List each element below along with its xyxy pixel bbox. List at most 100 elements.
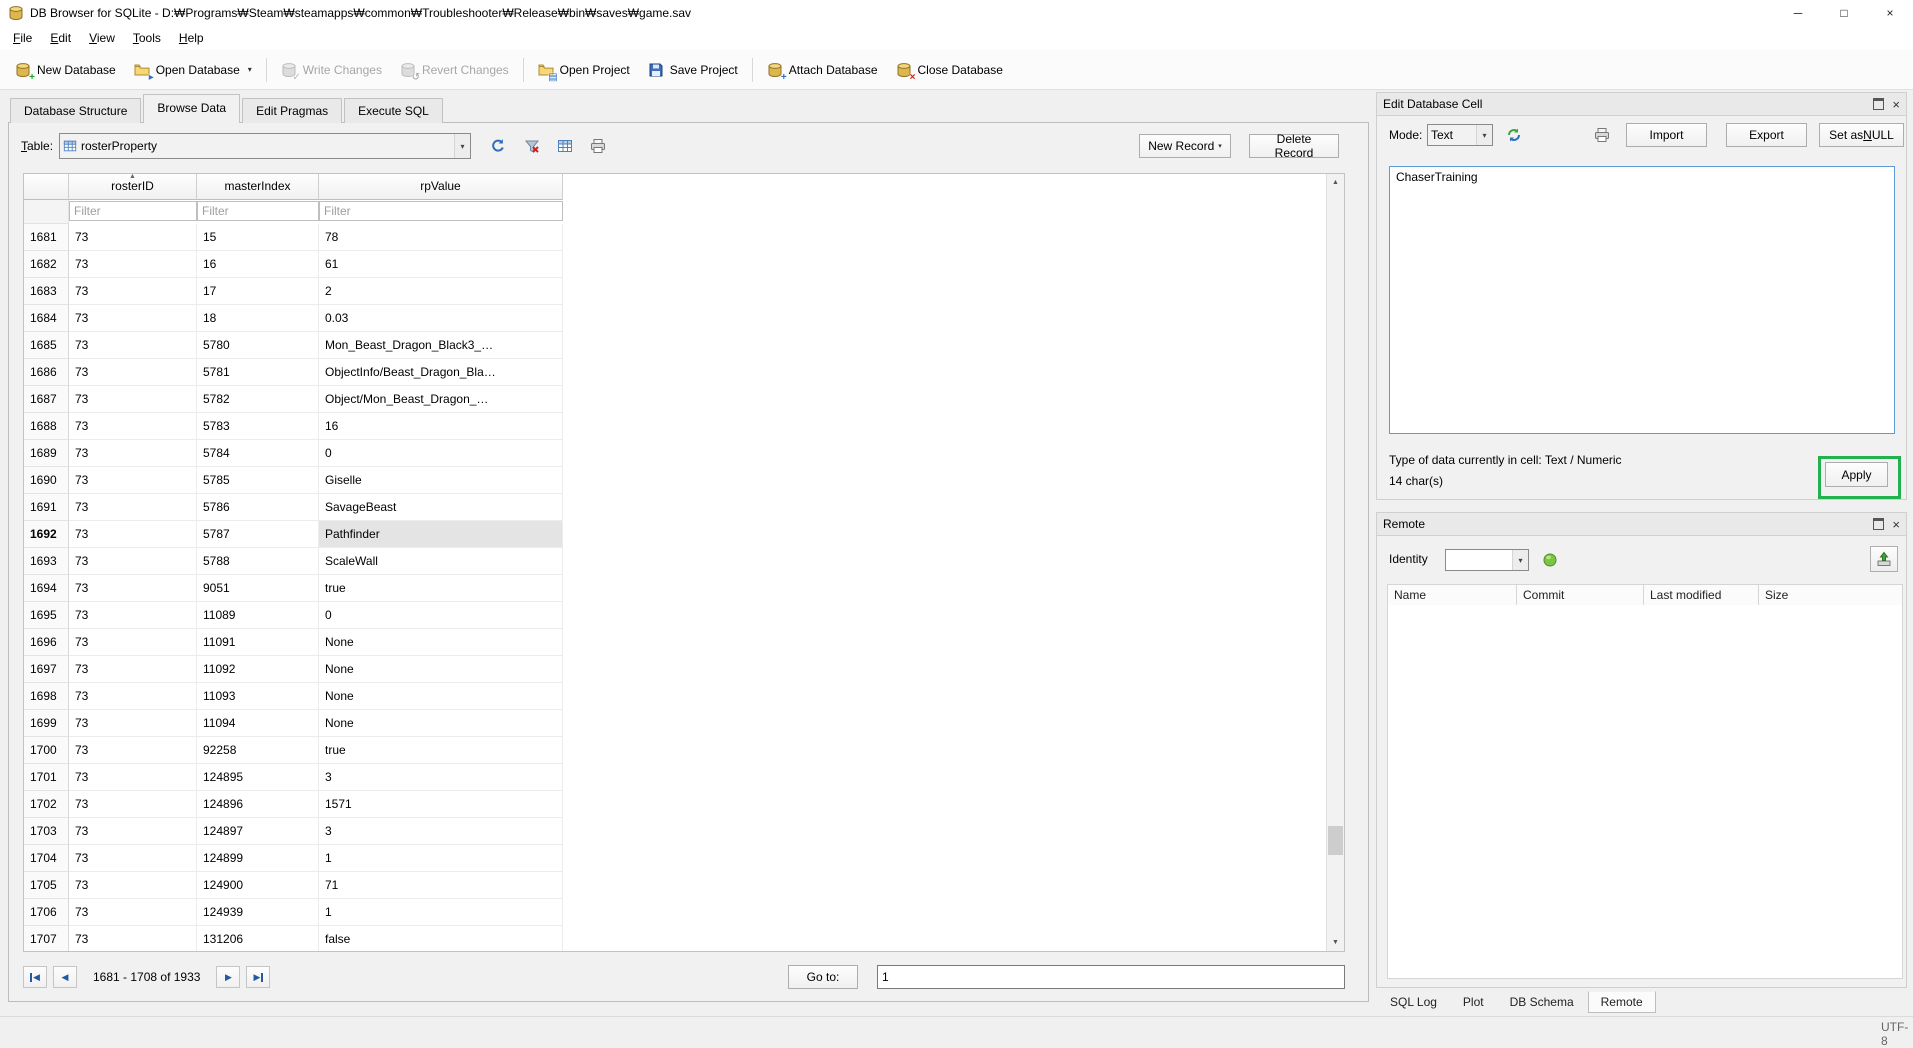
row-header-cell[interactable]: 1693 bbox=[24, 548, 69, 575]
table-row[interactable]: 1682 73 16 61 bbox=[24, 251, 1344, 278]
table-cell[interactable]: 73 bbox=[69, 305, 197, 332]
table-cell[interactable]: 5787 bbox=[197, 521, 319, 548]
row-header-cell[interactable]: 1696 bbox=[24, 629, 69, 656]
table-cell[interactable]: 11091 bbox=[197, 629, 319, 656]
table-cell[interactable]: 73 bbox=[69, 548, 197, 575]
menu-item-help[interactable]: Help bbox=[170, 28, 213, 48]
table-cell[interactable]: 73 bbox=[69, 629, 197, 656]
table-cell[interactable]: 18 bbox=[197, 305, 319, 332]
table-cell[interactable]: ScaleWall bbox=[319, 548, 563, 575]
row-header-cell[interactable]: 1706 bbox=[24, 899, 69, 926]
tab-database-structure[interactable]: Database Structure bbox=[10, 98, 142, 123]
table-cell[interactable]: 73 bbox=[69, 791, 197, 818]
table-cell[interactable]: Pathfinder bbox=[319, 521, 563, 548]
table-cell[interactable]: 73 bbox=[69, 818, 197, 845]
grid-corner-header[interactable] bbox=[24, 174, 69, 200]
delete-record-button[interactable]: Delete Record bbox=[1249, 132, 1339, 160]
row-header-cell[interactable]: 1695 bbox=[24, 602, 69, 629]
table-cell[interactable]: 5781 bbox=[197, 359, 319, 386]
import-button[interactable]: Import bbox=[1626, 123, 1707, 147]
mode-combobox[interactable]: Text ▾ bbox=[1427, 124, 1493, 146]
table-cell[interactable]: 73 bbox=[69, 494, 197, 521]
table-cell[interactable]: 131206 bbox=[197, 926, 319, 951]
table-cell[interactable]: SavageBeast bbox=[319, 494, 563, 521]
goto-input[interactable] bbox=[877, 965, 1345, 989]
row-header-cell[interactable]: 1699 bbox=[24, 710, 69, 737]
remote-column-last-modified[interactable]: Last modified bbox=[1644, 585, 1759, 605]
tab-execute-sql[interactable]: Execute SQL bbox=[344, 98, 443, 123]
maximize-button[interactable]: □ bbox=[1821, 0, 1867, 26]
scroll-up-button[interactable]: ▲ bbox=[1327, 174, 1344, 191]
set-as-null-button[interactable]: Set as N ULL bbox=[1819, 123, 1904, 147]
table-cell[interactable]: 5783 bbox=[197, 413, 319, 440]
goto-button[interactable]: Go to: bbox=[788, 965, 858, 989]
cell-editor[interactable]: ChaserTraining bbox=[1389, 166, 1895, 434]
table-cell[interactable]: Object/Mon_Beast_Dragon_… bbox=[319, 386, 563, 413]
row-header-cell[interactable]: 1703 bbox=[24, 818, 69, 845]
row-header-cell[interactable]: 1700 bbox=[24, 737, 69, 764]
save-results-button[interactable] bbox=[550, 132, 580, 160]
table-cell[interactable]: false bbox=[319, 926, 563, 951]
table-row[interactable]: 1684 73 18 0.03 bbox=[24, 305, 1344, 332]
tab-browse-data[interactable]: Browse Data bbox=[143, 94, 241, 123]
prev-page-button[interactable]: ◀ bbox=[53, 966, 77, 988]
row-header-cell[interactable]: 1682 bbox=[24, 251, 69, 278]
table-cell[interactable]: 73 bbox=[69, 278, 197, 305]
table-cell[interactable]: 73 bbox=[69, 845, 197, 872]
table-cell[interactable]: 11093 bbox=[197, 683, 319, 710]
table-cell[interactable]: None bbox=[319, 683, 563, 710]
table-cell[interactable]: 17 bbox=[197, 278, 319, 305]
dock-tab-remote[interactable]: Remote bbox=[1587, 991, 1656, 1013]
manage-identities-button[interactable] bbox=[1537, 547, 1563, 572]
table-row[interactable]: 1683 73 17 2 bbox=[24, 278, 1344, 305]
table-cell[interactable]: 16 bbox=[319, 413, 563, 440]
table-cell[interactable]: 73 bbox=[69, 386, 197, 413]
dock-tab-db-schema[interactable]: DB Schema bbox=[1498, 992, 1586, 1012]
table-row[interactable]: 1701 73 124895 3 bbox=[24, 764, 1344, 791]
table-cell[interactable]: 73 bbox=[69, 764, 197, 791]
table-row[interactable]: 1681 73 15 78 bbox=[24, 224, 1344, 251]
table-cell[interactable]: 73 bbox=[69, 467, 197, 494]
table-cell[interactable]: 92258 bbox=[197, 737, 319, 764]
menu-item-edit[interactable]: Edit bbox=[41, 28, 80, 48]
filter-input-masterindex[interactable] bbox=[197, 201, 319, 221]
dock-tab-plot[interactable]: Plot bbox=[1451, 992, 1496, 1012]
open-project-button[interactable]: ▤ Open Project bbox=[529, 57, 639, 83]
row-header-cell[interactable]: 1701 bbox=[24, 764, 69, 791]
table-row[interactable]: 1686 73 5781 ObjectInfo/Beast_Dragon_Bla… bbox=[24, 359, 1344, 386]
table-cell[interactable]: 73 bbox=[69, 602, 197, 629]
table-cell[interactable]: 73 bbox=[69, 251, 197, 278]
new-record-button[interactable]: New Record ▾ bbox=[1139, 134, 1231, 158]
table-cell[interactable]: 71 bbox=[319, 872, 563, 899]
table-cell[interactable]: Giselle bbox=[319, 467, 563, 494]
dock-close-icon[interactable]: × bbox=[1892, 518, 1900, 531]
table-row[interactable]: 1689 73 5784 0 bbox=[24, 440, 1344, 467]
table-cell[interactable]: 5782 bbox=[197, 386, 319, 413]
table-row[interactable]: 1707 73 131206 false bbox=[24, 926, 1344, 951]
row-header-cell[interactable]: 1690 bbox=[24, 467, 69, 494]
table-row[interactable]: 1706 73 124939 1 bbox=[24, 899, 1344, 926]
table-cell[interactable]: 73 bbox=[69, 224, 197, 251]
table-cell[interactable]: 124939 bbox=[197, 899, 319, 926]
close-database-button[interactable]: × Close Database bbox=[887, 57, 1012, 83]
dock-close-icon[interactable]: × bbox=[1892, 98, 1900, 111]
table-cell[interactable]: 5785 bbox=[197, 467, 319, 494]
table-cell[interactable]: 61 bbox=[319, 251, 563, 278]
table-cell[interactable]: 124900 bbox=[197, 872, 319, 899]
column-header-rpvalue[interactable]: rpValue bbox=[319, 174, 563, 200]
table-row[interactable]: 1693 73 5788 ScaleWall bbox=[24, 548, 1344, 575]
attach-database-button[interactable]: + Attach Database bbox=[758, 57, 887, 83]
table-row[interactable]: 1700 73 92258 true bbox=[24, 737, 1344, 764]
remote-column-size[interactable]: Size bbox=[1759, 585, 1902, 605]
remote-column-name[interactable]: Name bbox=[1388, 585, 1517, 605]
table-cell[interactable]: 5784 bbox=[197, 440, 319, 467]
table-cell[interactable]: 73 bbox=[69, 710, 197, 737]
table-cell[interactable]: None bbox=[319, 710, 563, 737]
new-database-button[interactable]: + New Database bbox=[6, 57, 125, 83]
table-cell[interactable]: 124899 bbox=[197, 845, 319, 872]
table-cell[interactable]: 5780 bbox=[197, 332, 319, 359]
table-row[interactable]: 1688 73 5783 16 bbox=[24, 413, 1344, 440]
row-header-cell[interactable]: 1689 bbox=[24, 440, 69, 467]
vertical-scrollbar[interactable]: ▲ ▼ bbox=[1326, 174, 1344, 951]
open-database-button[interactable]: ▸ Open Database ▾ bbox=[125, 57, 261, 83]
